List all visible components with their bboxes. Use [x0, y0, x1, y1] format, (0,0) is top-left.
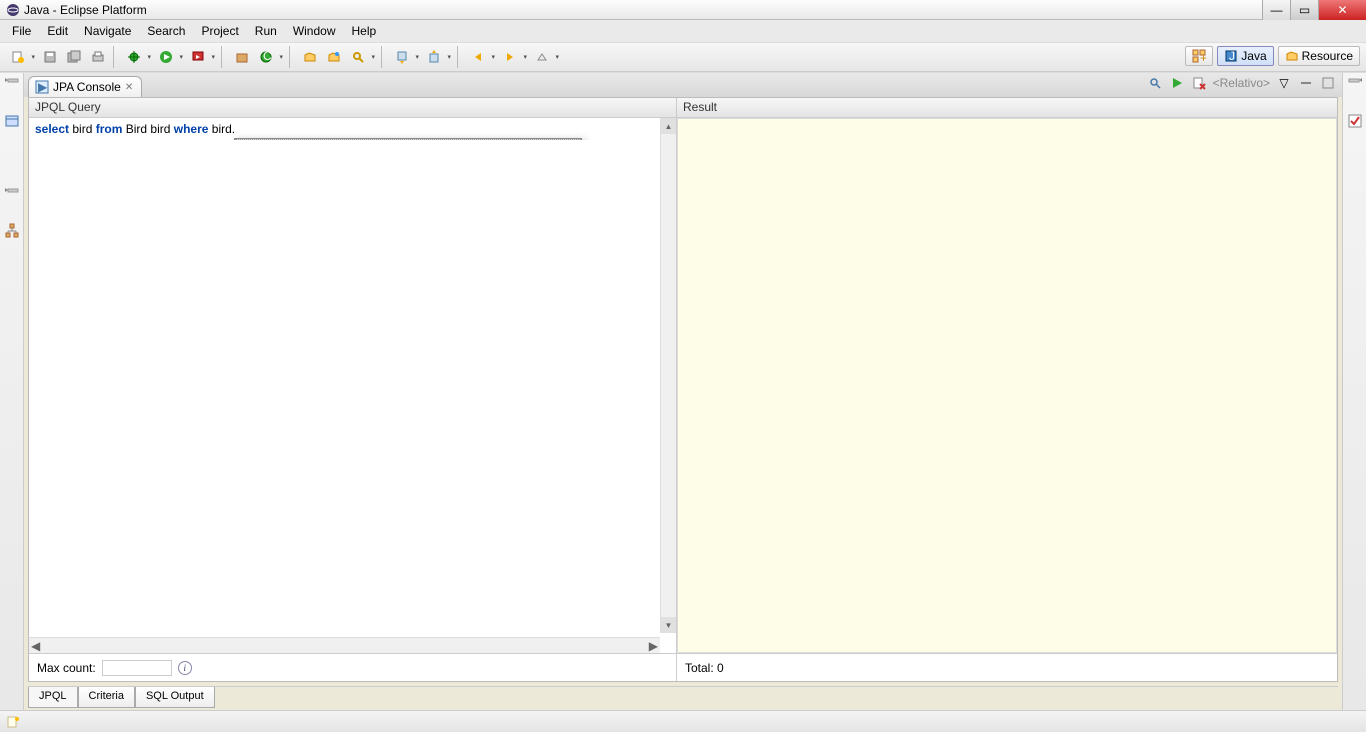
editor-hscrollbar[interactable]: ◀▶: [29, 637, 660, 653]
window-title: Java - Eclipse Platform: [24, 3, 147, 17]
tab-criteria[interactable]: Criteria: [78, 687, 135, 708]
tab-sql-output[interactable]: SQL Output: [135, 687, 215, 708]
open-type-button[interactable]: [300, 47, 320, 67]
tab-jpa-console[interactable]: ▶ JPA Console ✕: [28, 76, 142, 97]
up-button[interactable]: [532, 47, 552, 67]
max-count-input[interactable]: [102, 660, 172, 676]
prev-annotation-button[interactable]: [424, 47, 444, 67]
result-header: Result: [677, 98, 1337, 118]
maximize-view-icon[interactable]: [1320, 75, 1336, 91]
debug-button[interactable]: [124, 47, 144, 67]
new-package-button[interactable]: [232, 47, 252, 67]
hierarchy-icon[interactable]: [4, 223, 20, 239]
workbench-area: ▶ JPA Console ✕ <Relativo> ▽ JPQL Query …: [0, 72, 1366, 710]
menu-project[interactable]: Project: [193, 22, 246, 40]
packages-icon[interactable]: [4, 113, 20, 129]
jpa-console-icon: ▶: [35, 80, 49, 94]
kw-select: select: [35, 122, 69, 136]
perspective-java[interactable]: J Java: [1217, 46, 1273, 66]
tool-find-icon[interactable]: [1147, 75, 1163, 91]
view-tab-bar: ▶ JPA Console ✕ <Relativo> ▽: [24, 73, 1342, 97]
status-icon: [6, 715, 20, 729]
kw-from: from: [96, 122, 123, 136]
main-toolbar: C + J Java Resource: [0, 42, 1366, 72]
save-button[interactable]: [40, 47, 60, 67]
forward-button[interactable]: [500, 47, 520, 67]
status-bar: [0, 710, 1366, 732]
window-maximize-button[interactable]: ▭: [1290, 0, 1318, 20]
tab-close-icon[interactable]: ✕: [125, 82, 133, 93]
relative-label: <Relativo>: [1213, 76, 1270, 90]
token-entity: Bird bird: [122, 122, 173, 136]
print-button[interactable]: [88, 47, 108, 67]
editor-vscrollbar[interactable]: ▲▼: [660, 118, 676, 633]
menu-help[interactable]: Help: [344, 22, 385, 40]
right-trim: [1342, 73, 1366, 710]
tool-run-icon[interactable]: [1169, 75, 1185, 91]
tasks-icon[interactable]: [1347, 113, 1363, 129]
view-menu-icon[interactable]: ▽: [1276, 75, 1292, 91]
perspective-java-label: Java: [1241, 49, 1266, 63]
next-annotation-button[interactable]: [392, 47, 412, 67]
window-titlebar: Java - Eclipse Platform — ▭ ✕: [0, 0, 1366, 20]
search-button[interactable]: [348, 47, 368, 67]
minimized-view-icon-2[interactable]: [4, 187, 20, 203]
token-bird: bird: [69, 122, 96, 136]
menu-search[interactable]: Search: [139, 22, 193, 40]
minimize-view-icon[interactable]: [1298, 75, 1314, 91]
window-minimize-button[interactable]: —: [1262, 0, 1290, 20]
menu-file[interactable]: File: [4, 22, 39, 40]
perspective-resource[interactable]: Resource: [1278, 46, 1360, 66]
run-button[interactable]: [156, 47, 176, 67]
svg-text:▶: ▶: [38, 80, 48, 94]
tab-label: JPA Console: [53, 80, 121, 94]
svg-text:+: +: [1200, 51, 1206, 63]
query-editor[interactable]: select bird from Bird bird where bird. i…: [29, 118, 676, 140]
token-dot: bird.: [208, 122, 235, 136]
external-tools-button[interactable]: [188, 47, 208, 67]
save-all-button[interactable]: [64, 47, 84, 67]
menu-edit[interactable]: Edit: [39, 22, 76, 40]
total-label: Total: 0: [685, 661, 724, 675]
tab-jpql[interactable]: JPQL: [28, 687, 78, 708]
max-count-label: Max count:: [37, 661, 96, 675]
autocomplete-item[interactable]: id: Long: [235, 139, 581, 140]
eclipse-icon: [6, 3, 20, 17]
info-icon[interactable]: i: [178, 661, 192, 675]
kw-where: where: [174, 122, 209, 136]
autocomplete-popup: id: Long name: String food: Food: [234, 138, 582, 140]
svg-text:C: C: [263, 50, 272, 63]
menu-window[interactable]: Window: [285, 22, 344, 40]
query-header: JPQL Query: [29, 98, 676, 118]
minimized-view-right-icon[interactable]: [1347, 77, 1363, 93]
perspective-resource-label: Resource: [1302, 49, 1353, 63]
bottom-tab-bar: JPQL Criteria SQL Output: [28, 686, 1338, 708]
new-button[interactable]: [8, 47, 28, 67]
menu-navigate[interactable]: Navigate: [76, 22, 139, 40]
window-close-button[interactable]: ✕: [1318, 0, 1366, 20]
menu-run[interactable]: Run: [247, 22, 285, 40]
new-class-button[interactable]: C: [256, 47, 276, 67]
menubar: File Edit Navigate Search Project Run Wi…: [0, 20, 1366, 42]
open-task-button[interactable]: [324, 47, 344, 67]
left-trim: [0, 73, 24, 710]
svg-text:J: J: [1229, 49, 1235, 63]
result-area: [677, 118, 1337, 653]
tool-clear-icon[interactable]: [1191, 75, 1207, 91]
open-perspective-button[interactable]: +: [1185, 46, 1213, 66]
minimized-view-icon[interactable]: [4, 77, 20, 93]
back-button[interactable]: [468, 47, 488, 67]
